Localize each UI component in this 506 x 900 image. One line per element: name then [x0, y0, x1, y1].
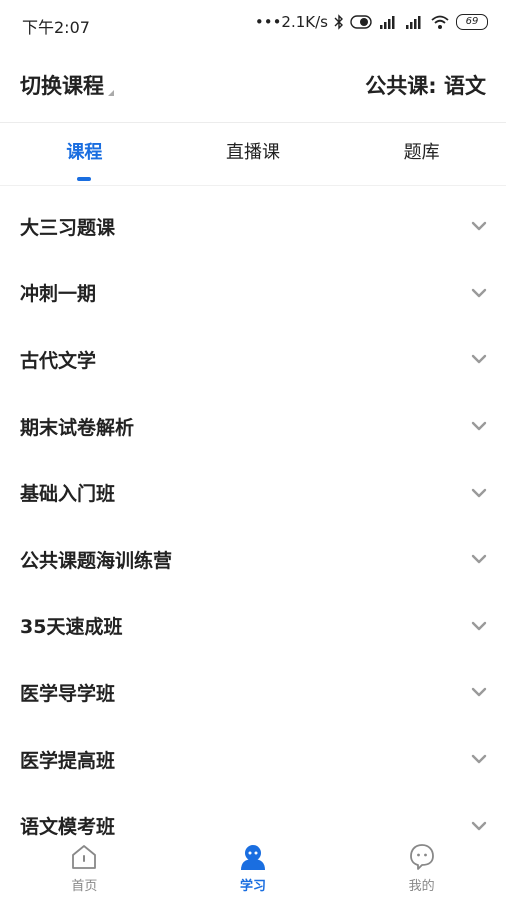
course-title: 期末试卷解析 [20, 416, 135, 439]
course-title: 基础入门班 [20, 483, 116, 506]
tab-label: 课程 [66, 142, 103, 163]
chevron-down-icon[interactable] [470, 550, 488, 568]
bluetooth-icon [334, 14, 344, 30]
course-title: 语文模考班 [20, 816, 116, 839]
signal-hd-icon [378, 14, 398, 30]
tab-label: 直播课 [226, 142, 280, 163]
chevron-down-icon[interactable] [470, 817, 488, 835]
list-item[interactable]: 语文模考班 [0, 792, 506, 843]
list-item[interactable]: 医学导学班 [0, 659, 506, 726]
list-item[interactable]: 公共课题海训练营 [0, 526, 506, 593]
dropdown-caret-icon [108, 90, 114, 96]
nav-label: 我的 [408, 879, 435, 894]
course-title: 医学导学班 [20, 682, 116, 705]
chevron-down-icon[interactable] [470, 350, 488, 368]
list-item[interactable]: 基础入门班 [0, 459, 506, 526]
header: 切换课程 公共课: 语文 [0, 48, 506, 123]
course-title: 公共课题海训练营 [20, 549, 173, 572]
list-item[interactable]: 古代文学 [0, 326, 506, 393]
chevron-down-icon[interactable] [470, 750, 488, 768]
battery-icon: 69 [456, 14, 488, 30]
status-icons: •••2.1K/s 69 [255, 13, 488, 31]
toggle-icon [350, 15, 372, 29]
wifi-icon [430, 14, 450, 30]
list-item[interactable]: 35天速成班 [0, 593, 506, 660]
profile-icon [407, 842, 437, 872]
course-title: 冲刺一期 [20, 283, 97, 306]
chevron-down-icon[interactable] [470, 284, 488, 302]
active-tab-indicator [77, 177, 92, 181]
course-list: 大三习题课 冲刺一期 古代文学 期末试卷解析 基础入门班 公共课题海训练营 35… [0, 193, 506, 843]
course-title: 大三习题课 [20, 216, 116, 239]
switch-course-label: 切换课程 [20, 74, 104, 98]
switch-course-button[interactable]: 切换课程 [20, 70, 114, 100]
chevron-down-icon[interactable] [470, 484, 488, 502]
list-item[interactable]: 大三习题课 [0, 193, 506, 260]
network-speed: •••2.1K/s [254, 13, 328, 31]
list-item[interactable]: 冲刺一期 [0, 260, 506, 327]
tab-question-bank[interactable]: 题库 [337, 123, 506, 185]
status-time: 下午2:07 [22, 18, 90, 37]
chevron-down-icon[interactable] [470, 217, 488, 235]
chevron-down-icon[interactable] [470, 617, 488, 635]
nav-home[interactable]: 首页 [0, 838, 169, 900]
current-subject: 公共课: 语文 [365, 74, 486, 98]
status-bar: 下午2:07 •••2.1K/s 69 [0, 0, 506, 48]
list-item[interactable]: 医学提高班 [0, 726, 506, 793]
bottom-nav: 首页 学习 我的 [0, 838, 506, 900]
signal-icon [404, 14, 424, 30]
tab-courses[interactable]: 课程 [0, 123, 169, 185]
tab-bar: 课程 直播课 题库 [0, 123, 506, 186]
nav-label: 首页 [71, 879, 98, 894]
course-title: 35天速成班 [20, 616, 123, 639]
chevron-down-icon[interactable] [470, 683, 488, 701]
home-icon [69, 842, 99, 872]
tab-live[interactable]: 直播课 [169, 123, 338, 185]
nav-profile[interactable]: 我的 [337, 838, 506, 900]
nav-label: 学习 [240, 879, 267, 894]
list-item[interactable]: 期末试卷解析 [0, 393, 506, 460]
course-title: 医学提高班 [20, 749, 116, 772]
tab-label: 题库 [403, 142, 440, 163]
nav-study[interactable]: 学习 [169, 838, 338, 900]
course-title: 古代文学 [20, 349, 97, 372]
chevron-down-icon[interactable] [470, 417, 488, 435]
study-icon [238, 842, 268, 872]
